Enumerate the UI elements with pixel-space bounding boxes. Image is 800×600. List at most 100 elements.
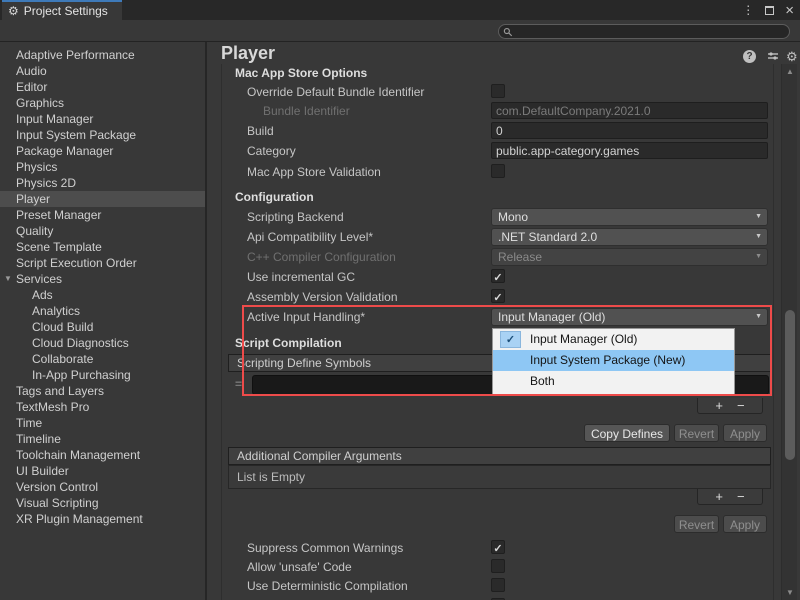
menu-item-input-manager-old[interactable]: ✓ Input Manager (Old) xyxy=(493,329,734,350)
tab-project-settings[interactable]: ⚙ Project Settings xyxy=(2,0,122,20)
sidebar-item-input-manager[interactable]: Input Manager xyxy=(0,111,205,127)
api-compatibility-dropdown[interactable]: .NET Standard 2.0 ▼ xyxy=(491,228,768,246)
sidebar-item-in-app-purchasing[interactable]: In-App Purchasing xyxy=(0,367,205,383)
scripting-backend-dropdown[interactable]: Mono ▼ xyxy=(491,208,768,226)
sidebar-item-label: Version Control xyxy=(16,480,98,494)
sidebar-item-preset-manager[interactable]: Preset Manager xyxy=(0,207,205,223)
menu-item-input-system-package-new[interactable]: Input System Package (New) xyxy=(493,350,734,371)
override-bundle-identifier-checkbox[interactable] xyxy=(491,84,505,98)
add-button[interactable]: + xyxy=(715,399,723,412)
build-field[interactable]: 0 xyxy=(491,122,768,139)
close-icon[interactable]: × xyxy=(785,3,794,18)
copy-defines-button[interactable]: Copy Defines xyxy=(584,424,670,442)
menu-item-both[interactable]: Both xyxy=(493,371,734,392)
sidebar-item-textmesh-pro[interactable]: TextMesh Pro xyxy=(0,399,205,415)
bundle-identifier-field[interactable]: com.DefaultCompany.2021.0 xyxy=(491,102,768,119)
sidebar-item-label: Preset Manager xyxy=(16,208,101,222)
sidebar-item-visual-scripting[interactable]: Visual Scripting xyxy=(0,495,205,511)
mac-app-store-validation-checkbox[interactable] xyxy=(491,164,505,178)
row-allow-unsafe-code: Allow 'unsafe' Code xyxy=(208,558,778,576)
row-label: Bundle Identifier xyxy=(263,104,350,118)
sidebar-item-scene-template[interactable]: Scene Template xyxy=(0,239,205,255)
sidebar-item-graphics[interactable]: Graphics xyxy=(0,95,205,111)
help-icon[interactable]: ? xyxy=(743,50,756,63)
sidebar-item-adaptive-performance[interactable]: Adaptive Performance xyxy=(0,47,205,63)
sidebar-item-analytics[interactable]: Analytics xyxy=(0,303,205,319)
sidebar-item-script-execution-order[interactable]: Script Execution Order xyxy=(0,255,205,271)
chevron-down-icon: ▼ xyxy=(755,313,762,320)
sidebar-item-label: Audio xyxy=(16,64,47,78)
sidebar-item-quality[interactable]: Quality xyxy=(0,223,205,239)
revert-button: Revert xyxy=(674,515,719,533)
row-build: Build 0 xyxy=(208,122,778,140)
sidebar-item-editor[interactable]: Editor xyxy=(0,79,205,95)
sidebar-item-collaborate[interactable]: Collaborate xyxy=(0,351,205,367)
use-incremental-gc-checkbox[interactable]: ✓ xyxy=(491,269,505,283)
add-button[interactable]: + xyxy=(715,490,723,503)
category-field[interactable]: public.app-category.games xyxy=(491,142,768,159)
section-header-mac-app-store: Mac App Store Options xyxy=(235,66,367,80)
row-use-incremental-gc: Use incremental GC ✓ xyxy=(208,268,778,286)
sidebar-item-input-system-package[interactable]: Input System Package xyxy=(0,127,205,143)
sidebar-item-physics[interactable]: Physics xyxy=(0,159,205,175)
menu-item-label: Input System Package (New) xyxy=(530,353,685,367)
sidebar-item-ui-builder[interactable]: UI Builder xyxy=(0,463,205,479)
search-icon xyxy=(503,27,513,37)
sidebar-item-time[interactable]: Time xyxy=(0,415,205,431)
sidebar-item-xr-plugin-management[interactable]: XR Plugin Management xyxy=(0,511,205,527)
row-label: Scripting Backend xyxy=(247,210,344,224)
sidebar-item-tags-and-layers[interactable]: Tags and Layers xyxy=(0,383,205,399)
panel-header-icons: ? ⚙ xyxy=(208,50,800,64)
sidebar-item-package-manager[interactable]: Package Manager xyxy=(0,143,205,159)
presets-icon[interactable] xyxy=(767,51,779,66)
scroll-up-icon[interactable]: ▲ xyxy=(782,67,798,76)
window-title: Project Settings xyxy=(24,4,108,18)
kebab-menu-icon[interactable]: ⋮ xyxy=(742,3,754,17)
cpp-compiler-configuration-dropdown: Release ▼ xyxy=(491,248,768,266)
sidebar-item-cloud-build[interactable]: Cloud Build xyxy=(0,319,205,335)
window-controls: ⋮ × xyxy=(742,0,794,20)
sidebar-item-label: Tags and Layers xyxy=(16,384,104,398)
apply-button: Apply xyxy=(723,515,767,533)
section-header-configuration: Configuration xyxy=(235,190,314,204)
active-input-handling-dropdown[interactable]: Input Manager (Old) ▼ xyxy=(491,308,768,326)
sidebar-item-label: Player xyxy=(16,192,50,206)
sidebar-item-label: Analytics xyxy=(32,304,80,318)
sidebar-item-audio[interactable]: Audio xyxy=(0,63,205,79)
sidebar-item-label: Graphics xyxy=(16,96,64,110)
sidebar-item-cloud-diagnostics[interactable]: Cloud Diagnostics xyxy=(0,335,205,351)
scroll-down-icon[interactable]: ▼ xyxy=(782,588,798,597)
sliders-icon xyxy=(767,51,779,63)
allow-unsafe-code-checkbox[interactable] xyxy=(491,559,505,573)
drag-handle-icon[interactable]: = xyxy=(235,377,242,391)
row-override-bundle-identifier: Override Default Bundle Identifier xyxy=(208,83,778,101)
suppress-common-warnings-checkbox[interactable]: ✓ xyxy=(491,540,505,554)
maximize-icon[interactable] xyxy=(765,6,774,15)
sidebar-item-version-control[interactable]: Version Control xyxy=(0,479,205,495)
scrollbar-thumb[interactable] xyxy=(785,310,795,460)
row-api-compatibility-level: Api Compatibility Level* .NET Standard 2… xyxy=(208,228,778,246)
search-box[interactable] xyxy=(498,24,790,39)
foldout-expanded-icon[interactable]: ▼ xyxy=(4,271,12,287)
gear-icon[interactable]: ⚙ xyxy=(786,49,798,65)
sidebar-item-services[interactable]: ▼Services xyxy=(0,271,205,287)
search-input[interactable] xyxy=(513,25,785,39)
sidebar-item-label: Quality xyxy=(16,224,53,238)
sidebar-item-physics-2d[interactable]: Physics 2D xyxy=(0,175,205,191)
sidebar-item-player[interactable]: Player xyxy=(0,191,205,207)
checkmark-icon: ✓ xyxy=(493,292,502,304)
title-bar: ⚙ Project Settings ⋮ × xyxy=(0,0,800,20)
row-bundle-identifier: Bundle Identifier com.DefaultCompany.202… xyxy=(208,102,778,120)
remove-button[interactable]: − xyxy=(737,490,745,503)
remove-button[interactable]: − xyxy=(737,399,745,412)
vertical-scrollbar[interactable]: ▲ ▼ xyxy=(781,64,797,600)
use-deterministic-compilation-checkbox[interactable] xyxy=(491,578,505,592)
sidebar-item-ads[interactable]: Ads xyxy=(0,287,205,303)
assembly-version-validation-checkbox[interactable]: ✓ xyxy=(491,289,505,303)
sidebar-item-timeline[interactable]: Timeline xyxy=(0,431,205,447)
sidebar-item-toolchain-management[interactable]: Toolchain Management xyxy=(0,447,205,463)
row-suppress-common-warnings: Suppress Common Warnings ✓ xyxy=(208,539,778,557)
row-label: Suppress Common Warnings xyxy=(247,541,403,555)
row-label: Assembly Version Validation xyxy=(247,290,398,304)
row-use-deterministic-compilation: Use Deterministic Compilation xyxy=(208,577,778,595)
